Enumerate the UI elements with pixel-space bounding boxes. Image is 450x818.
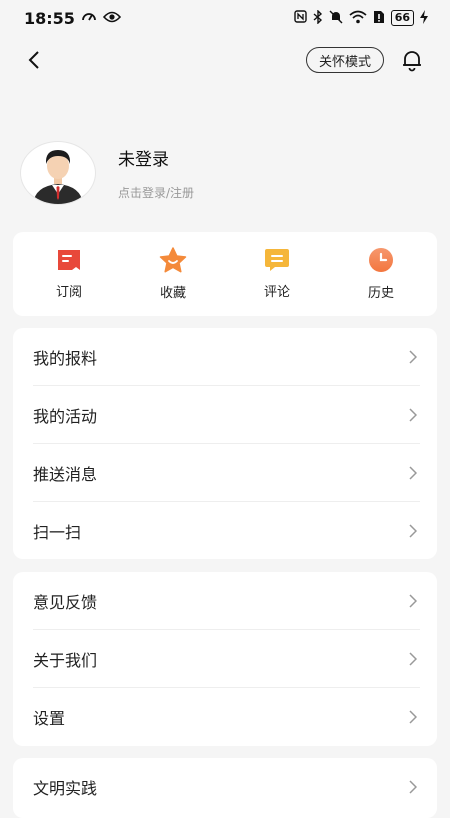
quick-action-subscribe[interactable]: 订阅 — [29, 248, 109, 300]
back-arrow-icon — [28, 51, 39, 69]
quick-action-label: 历史 — [367, 286, 394, 301]
profile-section[interactable]: 未登录 点击登录/注册 — [20, 140, 194, 206]
quick-action-history[interactable]: 历史 — [341, 247, 421, 301]
menu-item-label: 我的报料 — [33, 348, 98, 368]
menu-item-my-reports[interactable]: 我的报料 — [33, 328, 420, 386]
bell-icon — [403, 51, 421, 72]
notification-button[interactable] — [398, 46, 426, 74]
chevron-right-icon — [406, 780, 420, 794]
menu-group-3: 文明实践 — [13, 758, 437, 818]
menu-group-1: 我的报料 我的活动 推送消息 扫一扫 — [13, 328, 437, 559]
menu-item-label: 关于我们 — [33, 650, 98, 670]
menu-item-feedback[interactable]: 意见反馈 — [33, 572, 420, 630]
chevron-right-icon — [406, 465, 420, 480]
menu-item-civilization-practice[interactable]: 文明实践 — [33, 758, 420, 816]
menu-item-my-activities[interactable]: 我的活动 — [33, 386, 420, 444]
status-time: 18:55 — [24, 8, 75, 28]
menu-item-label: 意见反馈 — [33, 592, 98, 612]
clock-icon — [369, 248, 393, 272]
chevron-right-icon — [406, 710, 420, 724]
top-bar-actions: 关怀模式 — [305, 46, 426, 74]
quick-action-label: 收藏 — [159, 286, 186, 301]
status-left: 18:55 — [24, 8, 122, 28]
bluetooth-icon — [313, 8, 323, 27]
profile-text: 未登录 点击登录/注册 — [118, 145, 194, 201]
quick-actions-card: 订阅 收藏 评论 历史 — [13, 232, 437, 316]
battery-icon: 66 — [390, 10, 414, 26]
menu-item-label: 我的活动 — [33, 406, 98, 426]
avatar[interactable] — [20, 141, 96, 205]
back-button[interactable] — [20, 46, 48, 74]
status-bar: 18:55 66 — [0, 0, 450, 36]
chevron-right-icon — [406, 593, 420, 608]
default-avatar-icon — [33, 150, 83, 204]
top-bar: 关怀模式 — [0, 38, 450, 82]
subscribe-icon — [58, 250, 80, 270]
menu-item-scan[interactable]: 扫一扫 — [33, 502, 420, 560]
eye-icon — [102, 10, 122, 27]
menu-item-label: 推送消息 — [33, 464, 98, 484]
star-icon — [159, 247, 187, 273]
menu-item-push-messages[interactable]: 推送消息 — [33, 444, 420, 502]
menu-item-label: 设置 — [33, 709, 66, 728]
wifi-icon — [349, 10, 367, 27]
profile-name: 未登录 — [118, 150, 169, 170]
mute-icon — [329, 10, 343, 27]
chevron-right-icon — [406, 651, 420, 666]
comment-icon — [265, 249, 289, 271]
charging-icon — [420, 9, 428, 27]
menu-group-2: 意见反馈 关于我们 设置 — [13, 572, 437, 746]
menu-item-label: 扫一扫 — [33, 523, 82, 542]
login-register-link[interactable]: 点击登录/注册 — [118, 184, 194, 201]
speedometer-icon — [81, 9, 97, 28]
quick-action-favorites[interactable]: 收藏 — [133, 247, 213, 301]
quick-action-label: 评论 — [263, 285, 290, 300]
status-right: 66 — [293, 8, 428, 27]
quick-action-comments[interactable]: 评论 — [237, 248, 317, 300]
menu-item-about-us[interactable]: 关于我们 — [33, 630, 420, 688]
menu-item-label: 文明实践 — [33, 779, 98, 798]
chevron-right-icon — [406, 349, 420, 364]
chevron-right-icon — [406, 524, 420, 538]
chevron-right-icon — [406, 407, 420, 422]
menu-item-settings[interactable]: 设置 — [33, 688, 420, 746]
care-mode-button[interactable]: 关怀模式 — [305, 47, 384, 73]
nfc-icon — [293, 10, 307, 26]
sim-alert-icon — [373, 10, 385, 27]
quick-action-label: 订阅 — [55, 285, 82, 300]
